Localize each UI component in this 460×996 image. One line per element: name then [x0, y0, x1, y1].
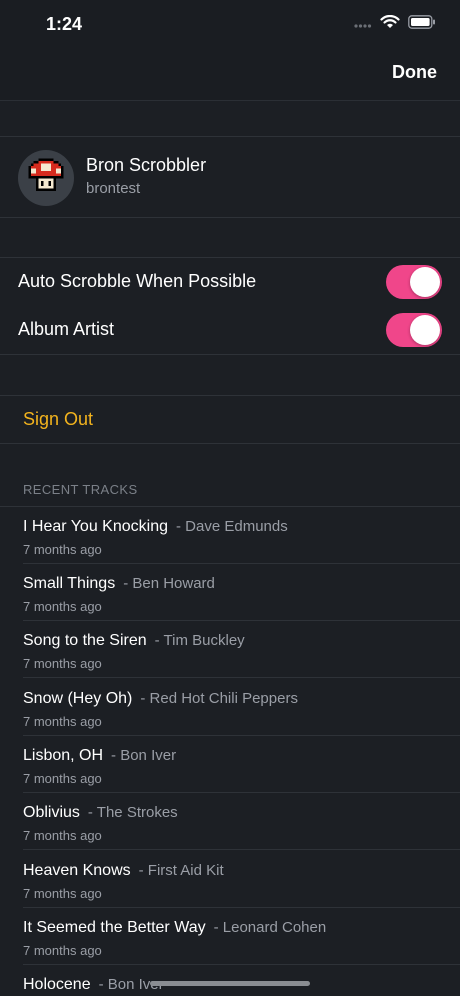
auto-scrobble-label: Auto Scrobble When Possible [18, 271, 257, 291]
track-title: I Hear You Knocking - Dave Edmunds [23, 518, 288, 535]
album-artist-label: Album Artist [18, 319, 115, 339]
separator [23, 849, 460, 850]
toggle-knob [410, 315, 440, 345]
track-artist: - First Aid Kit [138, 862, 224, 879]
track-artist: - Red Hot Chili Peppers [140, 690, 298, 707]
auto-scrobble-row: Auto Scrobble When Possible [0, 258, 460, 306]
track-time: 7 months ago [23, 771, 102, 786]
status-time: 1:24 [46, 14, 83, 34]
signal-icon [354, 16, 372, 34]
status-bar: 1:24 [0, 0, 460, 50]
track-title: It Seemed the Better Way - Leonard Cohen [23, 919, 327, 936]
track-time: 7 months ago [23, 828, 102, 843]
track-title: Snow (Hey Oh) - Red Hot Chili Peppers [23, 690, 298, 707]
track-row[interactable]: Small Things - Ben Howard 7 months ago [0, 564, 460, 621]
track-artist: - Bon Iver [111, 747, 177, 764]
track-time: 7 months ago [23, 886, 102, 901]
album-artist-toggle[interactable] [386, 313, 442, 347]
separator [0, 443, 460, 444]
track-row[interactable]: Heaven Knows - First Aid Kit 7 months ago [0, 851, 460, 908]
track-time: 7 months ago [23, 542, 102, 557]
toggle-knob [410, 267, 440, 297]
album-artist-row: Album Artist [0, 306, 460, 354]
sign-out-button[interactable]: Sign Out [23, 409, 93, 430]
track-artist: - The Strokes [87, 804, 178, 821]
track-time: 7 months ago [23, 656, 102, 671]
track-title: Oblivius - The Strokes [23, 804, 178, 821]
track-row[interactable]: Snow (Hey Oh) - Red Hot Chili Peppers 7 m… [0, 679, 460, 736]
navigation-bar: Done [0, 50, 460, 101]
track-artist: - Ben Howard [123, 575, 215, 592]
status-icons [354, 14, 436, 34]
auto-scrobble-toggle[interactable] [386, 265, 442, 299]
separator [0, 217, 460, 218]
track-row[interactable]: Song to the Siren - Tim Buckley 7 months … [0, 621, 460, 678]
track-row[interactable]: Lisbon, OH - Bon Iver 7 months ago [0, 736, 460, 793]
track-time: 7 months ago [23, 943, 102, 958]
track-title: Small Things - Ben Howard [23, 575, 215, 592]
recent-tracks-header: RECENT TRACKS [23, 482, 138, 497]
wifi-icon [380, 14, 400, 34]
track-time: 7 months ago [23, 599, 102, 614]
profile-cell[interactable]: Bron Scrobbler brontest [0, 137, 460, 217]
track-title: Holocene - Bon Iver [23, 976, 164, 993]
profile-name: Bron Scrobbler [86, 155, 207, 175]
track-title: Song to the Siren - Tim Buckley [23, 632, 245, 649]
separator [0, 354, 460, 355]
profile-username: brontest [86, 180, 141, 197]
track-row[interactable]: It Seemed the Better Way - Leonard Cohen … [0, 908, 460, 965]
sign-out-cell[interactable]: Sign Out [0, 396, 460, 443]
avatar [18, 150, 74, 206]
track-title: Lisbon, OH - Bon Iver [23, 747, 177, 764]
track-row[interactable]: I Hear You Knocking - Dave Edmunds 7 mont… [0, 507, 460, 564]
track-title: Heaven Knows - First Aid Kit [23, 862, 224, 879]
track-row[interactable]: Oblivius - The Strokes 7 months ago [0, 793, 460, 850]
track-artist: - Dave Edmunds [176, 518, 288, 535]
track-artist: - Tim Buckley [154, 632, 245, 649]
battery-icon [408, 15, 436, 34]
track-time: 7 months ago [23, 714, 102, 729]
done-button[interactable]: Done [392, 62, 437, 83]
mushroom-avatar-icon [26, 156, 66, 201]
separator [23, 677, 460, 678]
track-artist: - Leonard Cohen [213, 919, 327, 936]
home-indicator [150, 981, 310, 986]
